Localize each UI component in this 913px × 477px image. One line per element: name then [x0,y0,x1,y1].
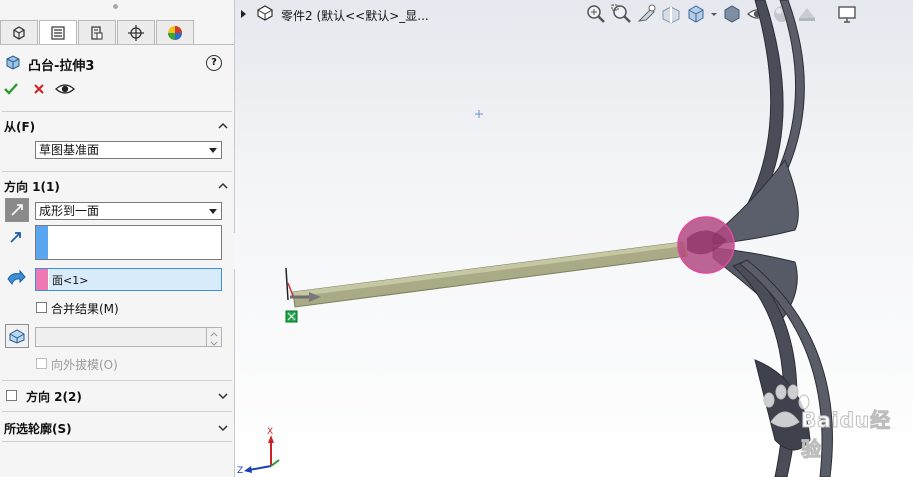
direction2-section-header[interactable]: 方向 2(2) [26,388,82,405]
panel-grip[interactable] [113,4,118,9]
tab-configurationmanager[interactable] [78,20,116,44]
start-condition-dropdown[interactable]: 草图基准面 [35,141,222,159]
help-button[interactable]: ? [206,55,222,71]
triad-z-label: Z [237,466,243,476]
featuremanager-icon [13,25,25,40]
watermark-text: Baidu经验 [801,408,892,462]
chevron-up-icon[interactable] [218,181,228,191]
selected-contours-section-header[interactable]: 所选轮廓(S) [4,420,72,437]
configurationmanager-icon [91,25,103,40]
spin-up-button [206,328,221,337]
section-separator [2,441,232,442]
ok-check-icon[interactable] [2,80,20,98]
direction2-checkbox[interactable] [6,390,17,401]
draft-outward-checkbox [36,358,47,369]
section-separator [2,411,232,412]
merge-result-checkbox[interactable] [36,302,47,313]
reference-triad: X Z [237,427,280,476]
end-condition-value: 成形到一面 [39,204,100,218]
feature-title-bar: 凸台-拉伸3 ? [4,53,232,74]
extrude-boss-icon [6,55,20,70]
manager-tabs [0,18,234,45]
from-section-header[interactable]: 从(F) [4,118,35,135]
face-selection-box[interactable]: 面<1> [35,268,222,291]
draft-icon [9,329,25,344]
reverse-direction-button[interactable] [5,198,29,222]
draft-angle-spinner [35,327,222,347]
tab-featuremanager[interactable] [0,20,38,44]
section-separator [2,380,232,381]
face-selection-item[interactable]: 面<1> [52,272,88,288]
merge-result-label: 合并结果(M) [51,302,119,316]
direction1-section-header[interactable]: 方向 1(1) [4,178,60,195]
draft-toggle-button[interactable] [5,324,29,348]
selection-color-pink [36,269,48,290]
graphics-area[interactable]: 零件2 (默认<<默认>_显... X Z Baidu经验 [235,0,913,477]
direction-vector-icon [10,232,21,243]
tab-propertymanager[interactable] [39,20,77,44]
propertymanager-icon [51,25,65,40]
chevron-down-icon [209,209,217,214]
cancel-x-icon[interactable] [32,82,46,96]
start-condition-value: 草图基准面 [39,143,100,157]
preview-eye-icon[interactable] [55,81,75,97]
reverse-direction-icon [11,204,23,216]
end-condition-dropdown[interactable]: 成形到一面 [35,202,222,220]
tab-displaymanager[interactable] [156,20,194,44]
dimxpert-icon [128,24,144,41]
triad-x-label: X [267,427,273,437]
face-selection-item-bg: 面<1> [49,269,221,290]
tab-dimxpert[interactable] [117,20,155,44]
chevron-down-icon [209,148,217,153]
appearance-icon [168,25,182,40]
chevron-up-icon[interactable] [218,121,228,131]
chevron-down-icon[interactable] [218,423,228,433]
extrude-preview-bar [292,241,688,308]
selection-color-blue [36,226,48,259]
watermark: Baidu经验 [757,380,907,462]
section-separator [2,111,232,112]
chevron-down-icon[interactable] [218,391,228,401]
draft-outward-label: 向外拔模(O) [51,358,118,372]
spin-down-button [206,337,221,346]
section-separator [2,171,232,172]
property-manager-panel: 凸台-拉伸3 ? 从(F) 草图基准面 方向 1(1) 成形到一面 面<1> 合… [0,0,235,477]
direction-vector-selection-box[interactable] [35,225,222,260]
feature-title: 凸台-拉伸3 [28,59,95,74]
face-direction-icon [7,270,26,286]
